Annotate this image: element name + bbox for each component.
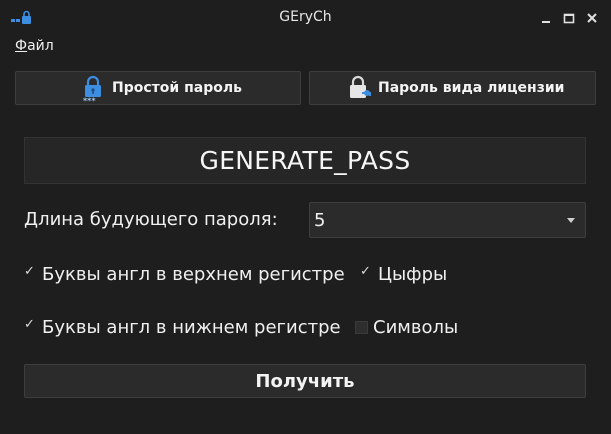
svg-text:***: ***: [83, 97, 96, 105]
digits-checkbox[interactable]: Цыфры: [360, 264, 447, 285]
digits-label: Цыфры: [378, 264, 448, 285]
upper-case-checkbox[interactable]: Буквы англ в верхнем регистре: [24, 264, 345, 285]
maximize-icon[interactable]: [561, 10, 577, 26]
get-password-button[interactable]: Получить: [24, 364, 586, 398]
title-bar: GEryCh: [0, 0, 611, 36]
lower-case-checkbox[interactable]: Буквы англ в нижнем регистре: [24, 317, 341, 338]
checkbox-empty-icon: [355, 321, 368, 334]
length-value: 5: [314, 210, 326, 231]
close-icon[interactable]: [584, 10, 600, 26]
menu-bar: Файл: [0, 36, 611, 58]
generated-password-display[interactable]: GENERATE_PASS: [24, 137, 586, 184]
checkmark-icon: [24, 317, 37, 334]
lock-key-icon: [348, 75, 374, 105]
length-label: Длина будующего пароля:: [24, 209, 278, 230]
upper-case-label: Буквы англ в верхнем регистре: [42, 264, 345, 285]
checkmark-icon: [24, 264, 37, 281]
menu-file[interactable]: Файл: [15, 38, 54, 54]
window-title: GEryCh: [279, 9, 332, 25]
lower-case-label: Буквы англ в нижнем регистре: [42, 317, 341, 338]
dropdown-arrow-icon: [567, 218, 575, 223]
lock-password-icon: ***: [83, 74, 103, 108]
minimize-icon[interactable]: [538, 10, 554, 26]
license-password-button[interactable]: Пароль вида лицензии: [309, 71, 596, 105]
length-select[interactable]: 5: [309, 202, 586, 238]
license-password-label: Пароль вида лицензии: [378, 80, 565, 96]
symbols-checkbox[interactable]: Символы: [355, 317, 458, 338]
simple-password-label: Простой пароль: [112, 80, 242, 96]
checkmark-icon: [360, 264, 373, 281]
simple-password-button[interactable]: *** Простой пароль: [15, 71, 301, 108]
symbols-label: Символы: [373, 317, 459, 338]
